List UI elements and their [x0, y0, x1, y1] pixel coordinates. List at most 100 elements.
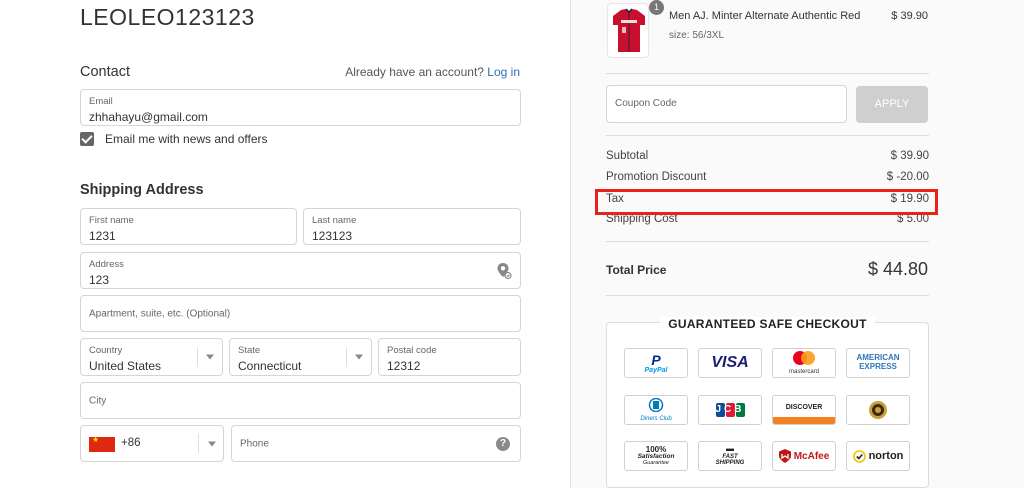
discover-stripe-icon	[773, 417, 835, 424]
amex-badge: AMERICAN EXPRESS	[846, 348, 910, 378]
shipping-title: Shipping Address	[80, 182, 204, 198]
coupon-placeholder: Coupon Code	[615, 98, 677, 109]
phone-placeholder: Phone	[240, 438, 269, 449]
gold-seal-icon	[869, 401, 887, 419]
visa-text: VISA	[711, 354, 749, 371]
postal-code-field[interactable]: Postal code 12312	[378, 338, 521, 376]
diners-text: Diners Club	[640, 416, 672, 422]
help-icon[interactable]: ?	[496, 437, 510, 451]
mastercard-badge: mastercard	[772, 348, 836, 378]
login-prompt-text: Already have an account?	[345, 65, 484, 79]
divider	[606, 135, 929, 136]
newsletter-checkbox[interactable]	[80, 132, 94, 146]
apply-button[interactable]: APPLY	[856, 86, 928, 123]
paypal-mark-icon: P	[651, 351, 661, 368]
satisfaction-logo: 100% Satisfaction Guarantee	[638, 446, 675, 466]
diners-circle-icon	[648, 397, 664, 413]
mastercard-logo: mastercard	[789, 351, 819, 375]
apartment-placeholder: Apartment, suite, etc. (Optional)	[89, 308, 231, 319]
jcb-text: JCB	[715, 404, 745, 415]
subtotal-label: Subtotal	[606, 150, 649, 162]
divider	[606, 295, 929, 296]
diners-badge: Diners Club	[624, 395, 688, 425]
chevron-down-icon[interactable]	[355, 354, 363, 360]
email-field[interactable]: Email zhhahayu@gmail.com	[80, 89, 521, 126]
state-select[interactable]: State Connecticut	[229, 338, 372, 376]
tax-label: Tax	[606, 193, 624, 205]
norton-text: norton	[868, 450, 904, 462]
mastercard-text: mastercard	[788, 369, 819, 375]
paypal-logo: P PayPal	[645, 353, 668, 374]
phone-code: +86	[121, 437, 141, 449]
first-name-field[interactable]: First name 1231	[80, 208, 297, 245]
postal-value[interactable]: 12312	[387, 359, 420, 373]
first-name-value[interactable]: 1231	[89, 229, 116, 243]
location-icon[interactable]	[496, 262, 512, 280]
mcafee-shield-icon	[778, 449, 791, 463]
promotion-label: Promotion Discount	[606, 171, 707, 183]
last-name-value[interactable]: 123123	[312, 229, 352, 243]
subtotal-value: $ 39.90	[890, 150, 929, 162]
city-field[interactable]: City	[80, 382, 521, 419]
norton-logo: norton	[852, 449, 904, 463]
jersey-image	[613, 8, 645, 52]
quantity-badge: 1	[649, 0, 664, 15]
jcb-badge: JCB	[698, 395, 762, 425]
fast-text: FAST	[722, 453, 738, 460]
store-title: LEOLEO123123	[80, 4, 255, 30]
subtotal-row: Subtotal $ 39.90	[606, 150, 929, 162]
address-field[interactable]: Address 123	[80, 252, 521, 289]
chevron-down-icon[interactable]	[208, 441, 216, 446]
chevron-down-icon[interactable]	[206, 354, 214, 360]
product-image	[607, 3, 649, 58]
guarantee-text: Guarantee	[643, 459, 669, 466]
postal-label: Postal code	[387, 345, 437, 356]
contact-title: Contact	[80, 64, 130, 80]
discover-logo: DISCOVER	[773, 396, 835, 424]
visa-badge: VISA	[698, 348, 762, 378]
state-value: Connecticut	[238, 359, 302, 373]
discover-text: DISCOVER	[785, 404, 823, 411]
fast-shipping-logo: ▬ FAST SHIPPING	[716, 444, 745, 467]
mcafee-text: McAfee	[793, 450, 830, 462]
coupon-input[interactable]: Coupon Code	[606, 85, 847, 123]
address-label: Address	[89, 259, 124, 270]
email-value[interactable]: zhhahayu@gmail.com	[89, 110, 208, 124]
seal-badge	[846, 395, 910, 425]
promotion-row: Promotion Discount $ -20.00	[606, 171, 929, 183]
satisfaction-badge: 100% Satisfaction Guarantee	[624, 441, 688, 471]
truck-icon: ▬	[726, 444, 734, 453]
last-name-label: Last name	[312, 215, 357, 226]
total-label: Total Price	[606, 263, 667, 277]
amex-logo: AMERICAN EXPRESS	[856, 353, 899, 372]
fast-shipping-badge: ▬ FAST SHIPPING	[698, 441, 762, 471]
country-select[interactable]: Country United States	[80, 338, 223, 376]
norton-badge: norton	[846, 441, 910, 471]
divider	[606, 73, 929, 74]
tax-value: $ 19.90	[890, 193, 929, 205]
phone-field[interactable]: Phone ?	[231, 425, 521, 462]
diners-logo: Diners Club	[640, 397, 672, 422]
newsletter-label: Email me with news and offers	[105, 132, 268, 146]
login-link[interactable]: Log in	[487, 65, 520, 79]
product-name: Men AJ. Minter Alternate Authentic Red	[669, 10, 861, 22]
promotion-value: $ -20.00	[886, 171, 929, 183]
state-label: State	[238, 345, 261, 356]
address-value[interactable]: 123	[89, 273, 109, 287]
product-price: $ 39.90	[891, 10, 928, 22]
country-divider	[197, 347, 198, 367]
first-name-label: First name	[89, 215, 134, 226]
product-variant: size: 56/3XL	[669, 30, 725, 41]
china-flag-icon	[89, 435, 115, 452]
divider	[606, 241, 929, 242]
phone-country-select[interactable]: +86	[80, 425, 224, 462]
last-name-field[interactable]: Last name 123123	[303, 208, 521, 245]
apartment-field[interactable]: Apartment, suite, etc. (Optional)	[80, 295, 521, 332]
country-label: Country	[89, 345, 123, 356]
login-prompt: Already have an account? Log in	[345, 65, 520, 79]
safe-checkout-title: GUARANTEED SAFE CHECKOUT	[660, 317, 875, 331]
paypal-text: PayPal	[644, 366, 668, 374]
order-summary-panel: 1 Men AJ. Minter Alternate Authentic Red…	[570, 0, 1024, 488]
state-divider	[346, 347, 347, 367]
email-label: Email	[89, 96, 113, 107]
